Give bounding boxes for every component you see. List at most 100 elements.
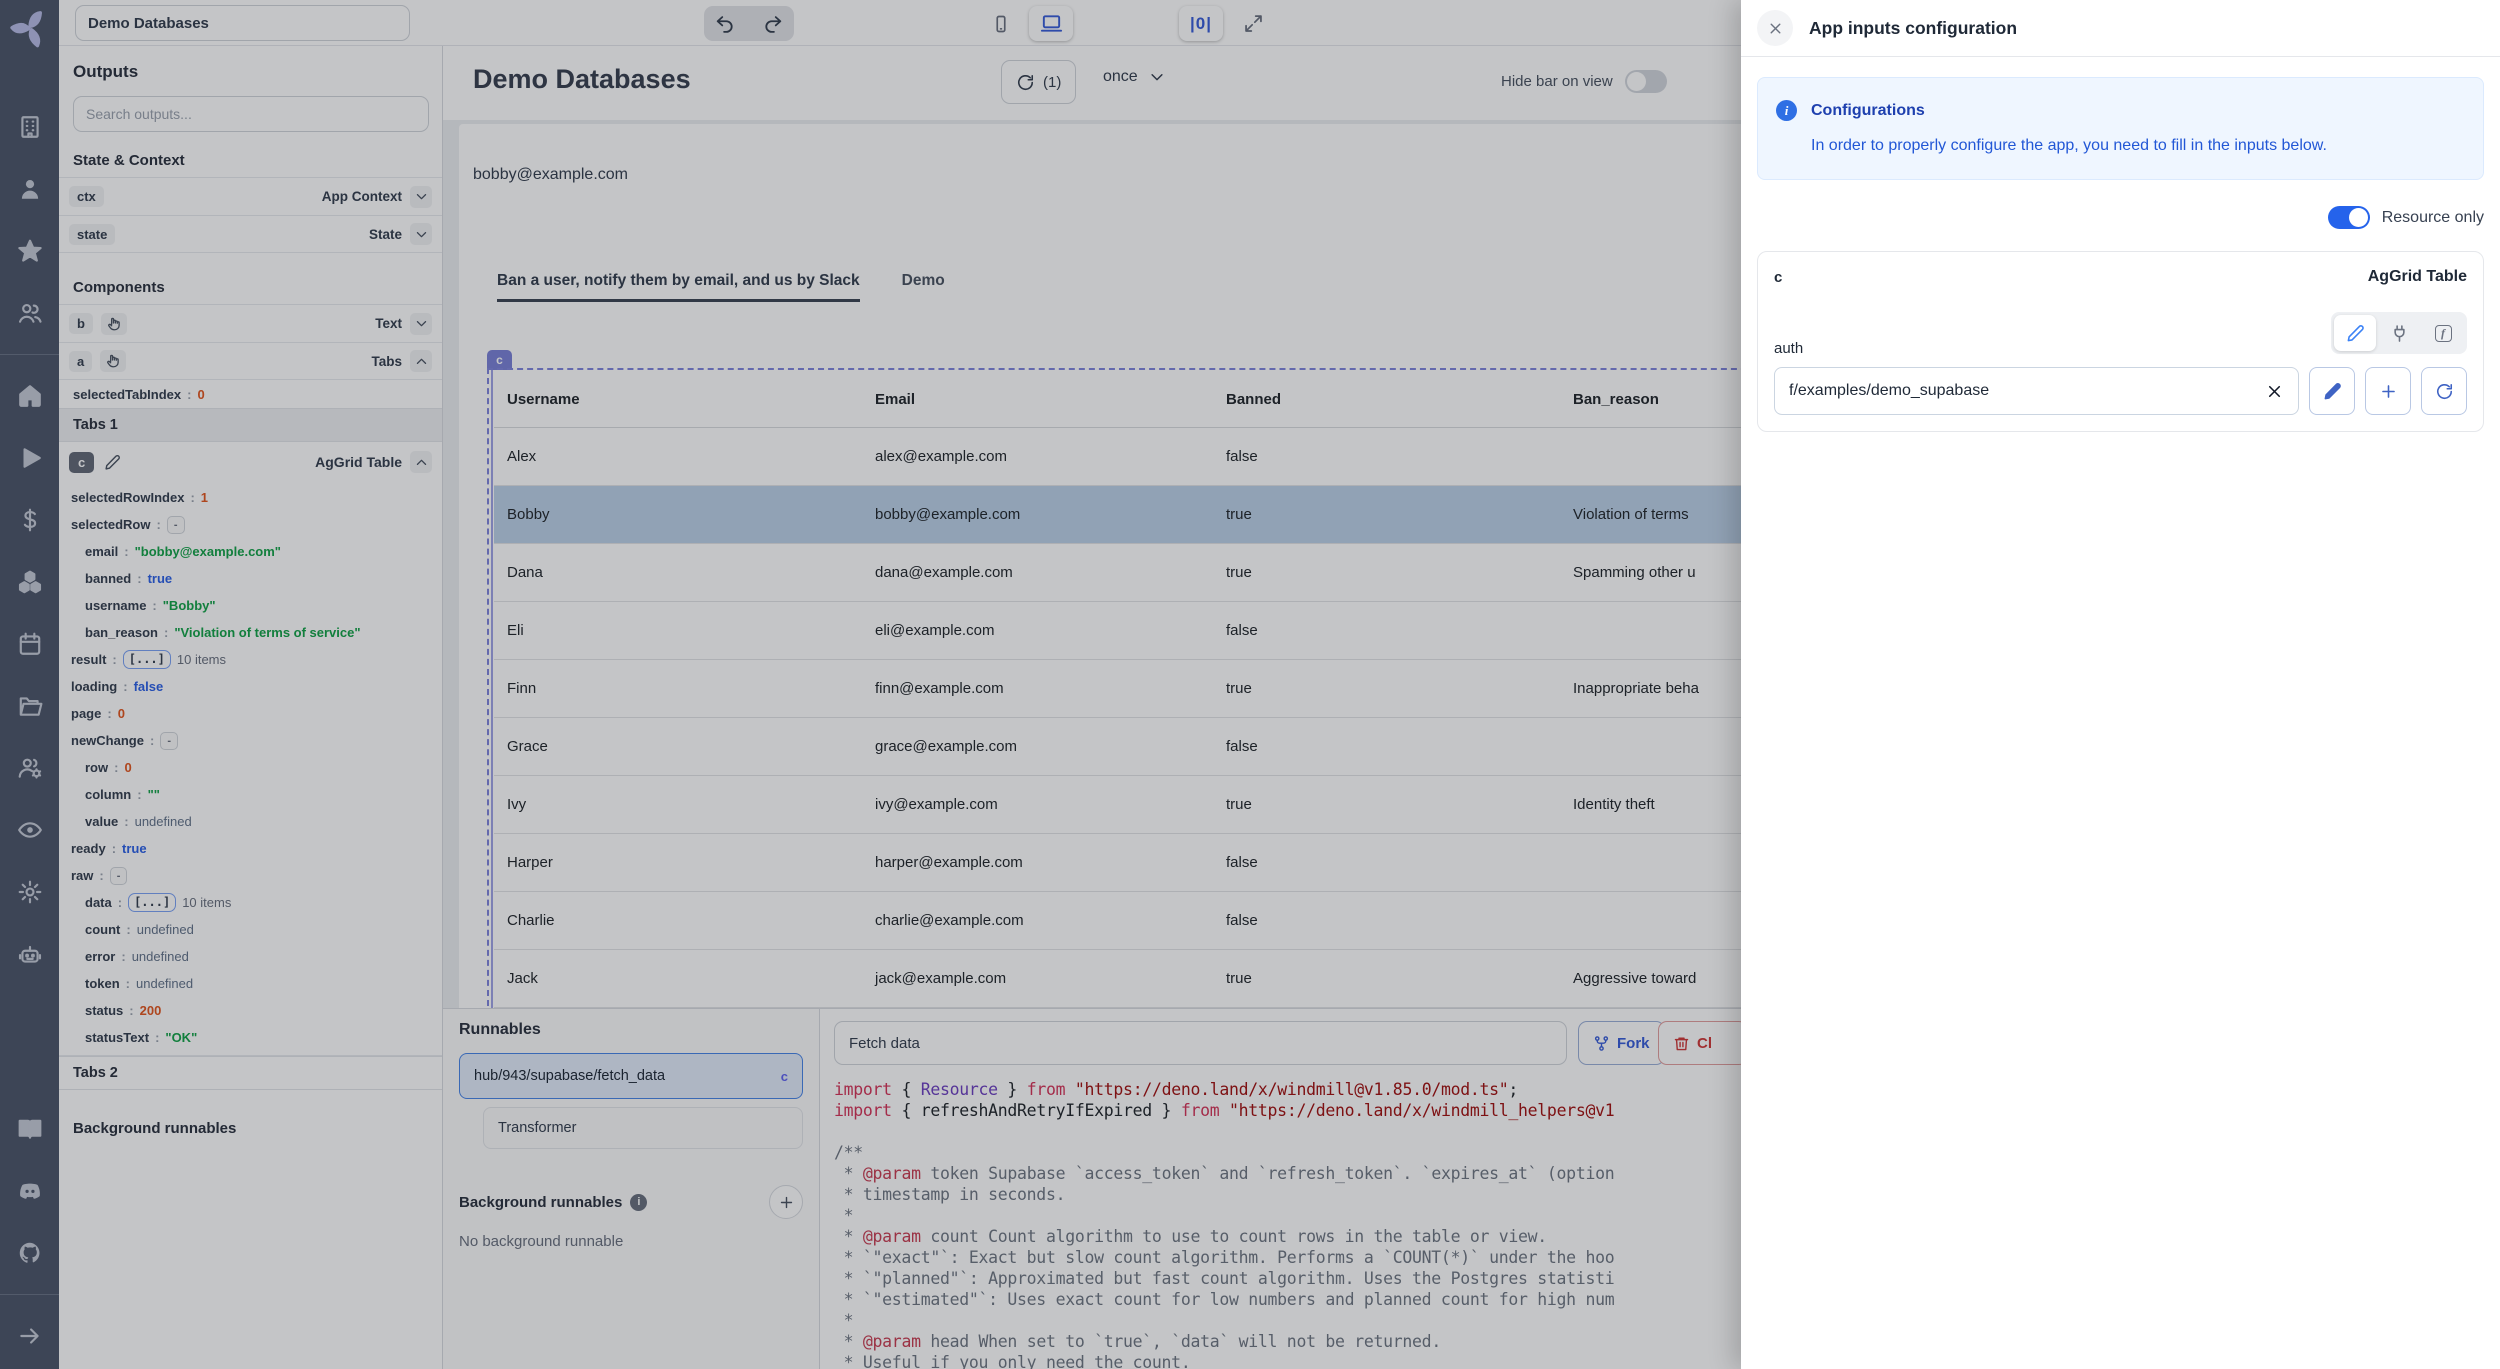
table-row[interactable]: Alexalex@example.comfalse: [494, 428, 1741, 486]
script-name-input[interactable]: [834, 1021, 1567, 1065]
chevron-up-icon[interactable]: [410, 451, 432, 473]
undo-icon[interactable]: [714, 13, 736, 35]
prop-value[interactable]: -: [160, 732, 178, 750]
prop-value: undefined: [135, 814, 192, 829]
resource-path-input[interactable]: [1789, 382, 2265, 400]
redo-icon[interactable]: [762, 13, 784, 35]
grid-component-selection[interactable]: UsernameEmailBannedBan_reason Alexalex@e…: [487, 368, 1741, 1016]
runnable-item-transformer[interactable]: Transformer: [483, 1107, 803, 1149]
sidebar-divider: [0, 354, 59, 355]
output-prop-column: column:"": [59, 781, 442, 808]
refresh-button[interactable]: (1): [1001, 60, 1076, 104]
prop-value[interactable]: [...]: [128, 893, 176, 912]
column-header-username[interactable]: Username: [494, 391, 862, 408]
sidebar-item-calendar[interactable]: [17, 631, 43, 657]
desktop-view-button[interactable]: [1029, 6, 1073, 41]
sidebar-item-user[interactable]: [17, 176, 43, 202]
sidebar-collapse-arrow-right[interactable]: [17, 1323, 43, 1349]
column-header-banned[interactable]: Banned: [1213, 391, 1560, 408]
code-line: * @param head When set to `true`, `data`…: [834, 1331, 1741, 1352]
sidebar-item-star[interactable]: [17, 238, 43, 264]
sidebar-item-home[interactable]: [17, 383, 43, 409]
prop-key: username: [85, 598, 146, 613]
table-row[interactable]: Jackjack@example.comtrueAggressive towar…: [494, 950, 1741, 1008]
search-outputs-input[interactable]: [73, 96, 429, 132]
hand-pointer-icon[interactable]: [100, 350, 126, 372]
table-row[interactable]: Bobbybobby@example.comtrueViolation of t…: [494, 486, 1741, 544]
table-cell: Grace: [494, 738, 862, 755]
output-key: a: [69, 351, 92, 372]
tabs1-section-header[interactable]: Tabs 1: [59, 408, 442, 442]
code-editor[interactable]: import { Resource } from "https://deno.l…: [834, 1079, 1741, 1369]
table-row[interactable]: Elieli@example.comfalse: [494, 602, 1741, 660]
edit-id-pencil-icon[interactable]: [104, 454, 121, 471]
table-row[interactable]: Gracegrace@example.comfalse: [494, 718, 1741, 776]
sidebar-item-dollar[interactable]: [17, 507, 43, 533]
tabs2-section-header[interactable]: Tabs 2: [59, 1056, 442, 1090]
output-key: ctx: [69, 186, 104, 207]
eval-mode-button[interactable]: f: [2422, 315, 2464, 351]
mobile-view-button[interactable]: [979, 6, 1023, 41]
hide-bar-toggle[interactable]: [1625, 70, 1667, 93]
refresh-resource-button[interactable]: [2421, 367, 2467, 415]
canvas-tab-0[interactable]: Ban a user, notify them by email, and us…: [497, 272, 860, 302]
text-component[interactable]: bobby@example.com: [473, 166, 628, 184]
add-background-runnable-button[interactable]: [769, 1185, 803, 1219]
prop-value[interactable]: -: [110, 867, 128, 885]
center-layout-button[interactable]: |0|: [1179, 6, 1223, 41]
context-row-ctx[interactable]: ctxApp Context: [59, 177, 442, 215]
table-row[interactable]: Finnfinn@example.comtrueInappropriate be…: [494, 660, 1741, 718]
sidebar-item-github[interactable]: [17, 1240, 43, 1266]
connect-mode-button[interactable]: [2378, 315, 2420, 351]
canvas-tab-1[interactable]: Demo: [902, 272, 945, 302]
chevron-down-icon[interactable]: [410, 186, 432, 208]
prop-value: 0: [124, 760, 131, 775]
runnable-item-selected[interactable]: hub/943/supabase/fetch_data c: [459, 1053, 803, 1099]
resource-only-toggle[interactable]: [2328, 206, 2370, 229]
table-row[interactable]: Danadana@example.comtrueSpamming other u: [494, 544, 1741, 602]
close-button[interactable]: [1757, 10, 1793, 46]
sidebar-item-user-group[interactable]: [17, 300, 43, 326]
app-title-input[interactable]: [75, 5, 410, 41]
table-row[interactable]: Ivyivy@example.comtrueIdentity theft: [494, 776, 1741, 834]
sidebar-item-eye[interactable]: [17, 817, 43, 843]
hand-pointer-icon[interactable]: [101, 313, 127, 335]
chevron-down-icon[interactable]: [410, 223, 432, 245]
sidebar-item-robot[interactable]: [17, 941, 43, 967]
grid-component-row[interactable]: c AgGrid Table: [59, 442, 442, 482]
sidebar-item-gear[interactable]: [17, 879, 43, 905]
sidebar-item-users-gear[interactable]: [17, 755, 43, 781]
sidebar-item-discord[interactable]: [17, 1178, 43, 1204]
table-cell: Bobby: [494, 506, 862, 523]
context-row-state[interactable]: stateState: [59, 215, 442, 253]
add-resource-button[interactable]: [2365, 367, 2411, 415]
sidebar-item-building[interactable]: [17, 114, 43, 140]
component-row-a[interactable]: aTabs: [59, 342, 442, 380]
clear-icon[interactable]: [2265, 382, 2284, 401]
column-header-email[interactable]: Email: [862, 391, 1213, 408]
sidebar-item-play[interactable]: [17, 445, 43, 471]
app-sidebar: [0, 0, 59, 1369]
table-cell: true: [1213, 796, 1560, 813]
prop-value: "Bobby": [163, 598, 216, 613]
table-row[interactable]: Charliecharlie@example.comfalse: [494, 892, 1741, 950]
column-header-ban_reason[interactable]: Ban_reason: [1560, 391, 1741, 408]
chevron-up-icon[interactable]: [410, 350, 432, 372]
table-row[interactable]: Harperharper@example.comfalse: [494, 834, 1741, 892]
prop-value[interactable]: [...]: [123, 650, 171, 669]
sidebar-item-cubes[interactable]: [17, 569, 43, 595]
sidebar-item-book[interactable]: [17, 1116, 43, 1142]
chevron-down-icon[interactable]: [410, 313, 432, 335]
schedule-dropdown[interactable]: once: [1103, 68, 1166, 86]
prop-key: result: [71, 652, 106, 667]
delete-script-button[interactable]: Cl: [1658, 1021, 1741, 1065]
prop-value[interactable]: -: [167, 516, 185, 534]
edit-resource-button[interactable]: [2309, 367, 2355, 415]
fullwidth-layout-button[interactable]: [1231, 6, 1275, 41]
output-prop-banned: banned:true: [59, 565, 442, 592]
windmill-logo-icon[interactable]: [10, 8, 50, 48]
sidebar-item-folder[interactable]: [17, 693, 43, 719]
static-mode-button[interactable]: [2334, 315, 2376, 351]
component-row-b[interactable]: bText: [59, 304, 442, 342]
fork-button[interactable]: Fork: [1578, 1021, 1665, 1065]
